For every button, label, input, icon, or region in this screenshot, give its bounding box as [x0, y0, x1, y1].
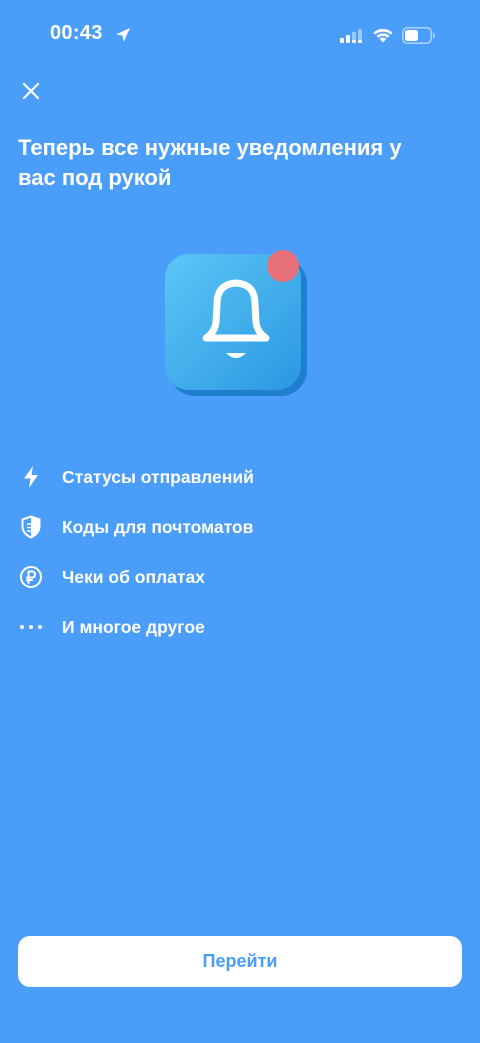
list-item: И многое другое — [18, 602, 458, 652]
location-arrow-icon — [116, 28, 130, 42]
notification-bell-icon — [165, 250, 307, 396]
feature-label: Коды для почтоматов — [62, 516, 254, 537]
status-time: 00:43 — [50, 22, 103, 44]
feature-label: Чеки об оплатах — [62, 566, 205, 587]
wifi-icon — [373, 28, 393, 43]
ruble-icon — [20, 566, 42, 588]
feature-label: Статусы отправлений — [62, 466, 254, 487]
list-item: Чеки об оплатах — [18, 552, 458, 602]
features-list: Статусы отправлений Коды для почтоматов … — [18, 452, 458, 652]
cellular-signal-icon — [340, 29, 362, 43]
shield-icon — [21, 515, 41, 539]
status-bar: 00:43 — [0, 0, 480, 70]
lightning-icon — [24, 466, 38, 488]
list-item: Статусы отправлений — [18, 452, 458, 502]
feature-label: И многое другое — [62, 616, 205, 637]
continue-button[interactable]: Перейти — [18, 936, 462, 987]
battery-icon — [402, 27, 435, 44]
page-title: Теперь все нужные уведомления у вас под … — [18, 135, 402, 190]
close-icon — [22, 82, 40, 100]
ellipsis-icon — [20, 625, 42, 629]
close-button[interactable] — [16, 76, 46, 106]
list-item: Коды для почтоматов — [18, 502, 458, 552]
